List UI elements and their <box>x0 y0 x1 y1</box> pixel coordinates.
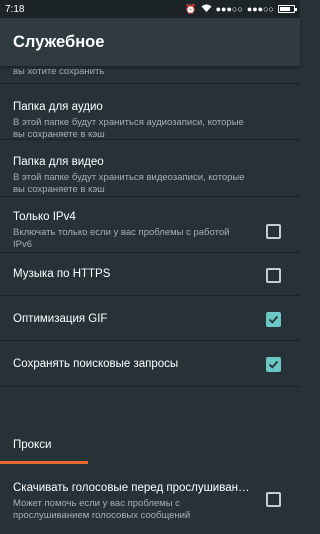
setting-row-save-search[interactable]: Сохранять поисковые запросы <box>0 341 300 387</box>
battery-icon <box>278 5 297 13</box>
status-time: 7:18 <box>5 3 25 15</box>
setting-label: Только IPv4 <box>13 211 76 223</box>
setting-label: Сохранять поисковые запросы <box>13 358 179 370</box>
setting-row-gif-optimization[interactable]: Оптимизация GIF <box>0 296 300 341</box>
setting-label: Папка для аудио <box>13 101 103 113</box>
setting-desc: В этой папке будут храниться аудиозаписи… <box>13 117 244 140</box>
settings-list[interactable]: вы хотите сохранить Папка для аудио В эт… <box>0 66 300 534</box>
setting-row-download-voice[interactable]: Скачивать голосовые перед прослушиван… М… <box>0 466 300 534</box>
setting-label: Прокси <box>13 439 52 451</box>
setting-row-video-folder[interactable]: Папка для видео В этой папке будут храни… <box>0 140 300 197</box>
gif-optimization-checkbox[interactable] <box>266 312 281 327</box>
setting-desc: вы хотите сохранить <box>13 66 105 77</box>
setting-row-audio-folder[interactable]: Папка для аудио В этой папке будут храни… <box>0 84 300 140</box>
setting-desc: Может помочь если у вас проблемы с просл… <box>13 498 191 521</box>
setting-row-ipv4-only[interactable]: Только IPv4 Включать только если у вас п… <box>0 197 300 253</box>
signal-icon-2: ●●●○○ <box>246 4 274 14</box>
download-voice-checkbox[interactable] <box>266 492 281 507</box>
status-bar: 7:18 ⏰ ●●●○○ ●●●○○ <box>0 0 300 18</box>
toolbar: Служебное <box>0 18 300 66</box>
signal-icon: ●●●○○ <box>215 4 243 14</box>
alarm-icon: ⏰ <box>185 4 197 14</box>
setting-label: Скачивать голосовые перед прослушиван… <box>13 482 250 494</box>
setting-row-partial[interactable]: вы хотите сохранить <box>0 66 300 84</box>
wifi-icon <box>201 4 212 15</box>
ipv4-only-checkbox[interactable] <box>266 224 281 239</box>
setting-desc: В этой папке будут храниться видеозаписи… <box>13 172 245 195</box>
setting-label: Музыка по HTTPS <box>13 268 111 280</box>
setting-desc: Включать только если у вас проблемы с ра… <box>13 227 230 250</box>
page-title: Служебное <box>13 32 105 51</box>
save-search-checkbox[interactable] <box>266 357 281 372</box>
music-https-checkbox[interactable] <box>266 268 281 283</box>
setting-label: Оптимизация GIF <box>13 313 108 325</box>
setting-row-proxy[interactable]: Прокси <box>0 387 300 466</box>
setting-row-music-https[interactable]: Музыка по HTTPS <box>0 253 300 296</box>
proxy-indicator-bar <box>0 461 88 464</box>
setting-label: Папка для видео <box>13 156 104 168</box>
